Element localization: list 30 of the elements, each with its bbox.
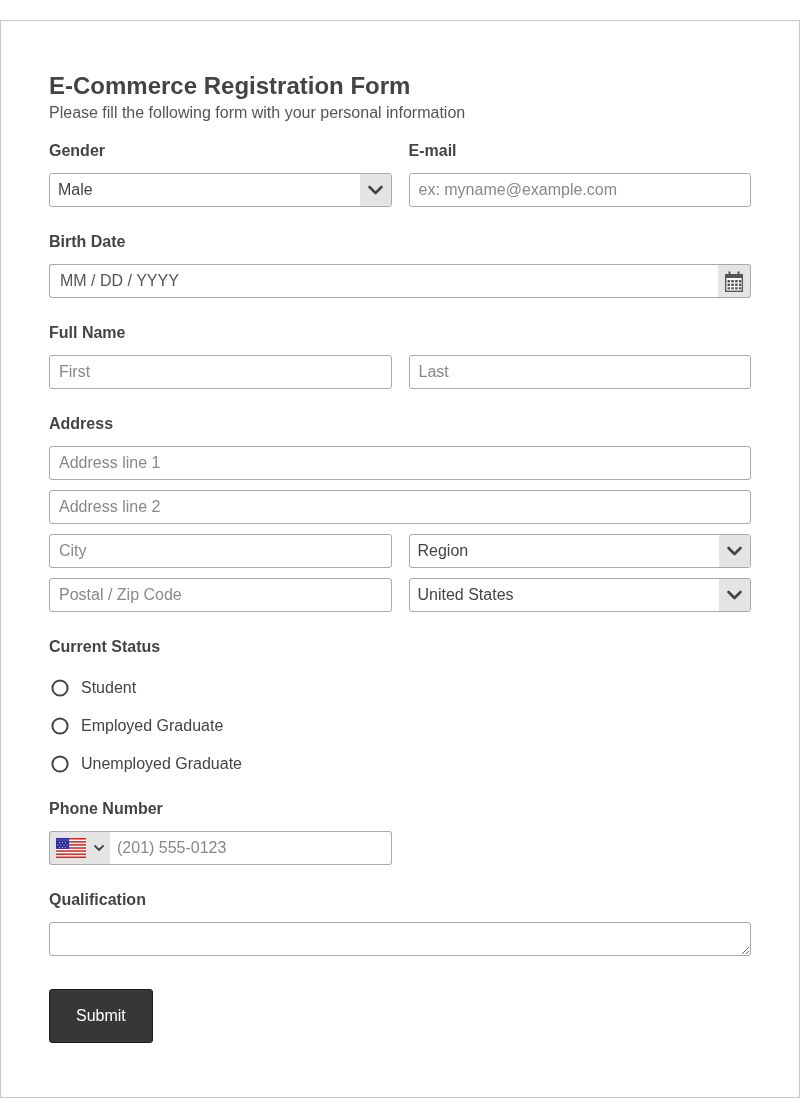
field-label: Phone Number xyxy=(49,799,164,819)
text-field[interactable]: City xyxy=(49,534,392,568)
submit-button[interactable]: Submit xyxy=(49,989,153,1043)
radio-label: Employed Graduate xyxy=(81,716,224,736)
form-subtitle: Please fill the following form with your personal information xyxy=(49,103,467,123)
field-label: E-mail xyxy=(408,141,458,161)
text-field[interactable]: Address line 1 xyxy=(49,446,751,480)
text-field[interactable]: Address line 2 xyxy=(49,490,751,524)
dropdown[interactable]: Region xyxy=(408,534,751,568)
dropdown[interactable]: United States xyxy=(408,578,751,612)
field-label: Address xyxy=(49,414,115,434)
text-field[interactable]: ex: myname@example.com xyxy=(408,173,751,207)
form-title: E-Commerce Registration Form xyxy=(49,71,412,101)
text-field[interactable]: Last xyxy=(408,355,751,389)
field-label: Full Name xyxy=(49,323,127,343)
text-field[interactable]: First xyxy=(49,355,392,389)
field-label: Birth Date xyxy=(49,232,127,252)
radio-button[interactable] xyxy=(51,755,69,773)
chevron-down-icon xyxy=(719,579,750,611)
dropdown[interactable]: Male xyxy=(49,173,392,207)
radio-label: Unemployed Graduate xyxy=(81,754,242,774)
radio-button[interactable] xyxy=(51,717,69,735)
field-label: Gender xyxy=(49,141,106,161)
chevron-down-icon xyxy=(719,535,750,567)
radio-button[interactable] xyxy=(51,679,69,697)
radio-label: Student xyxy=(81,678,137,698)
text-field[interactable]: Postal / Zip Code xyxy=(49,578,392,612)
field-label: Current Status xyxy=(49,637,162,657)
field-label: Qualification xyxy=(49,890,147,910)
chevron-down-icon xyxy=(359,174,391,206)
